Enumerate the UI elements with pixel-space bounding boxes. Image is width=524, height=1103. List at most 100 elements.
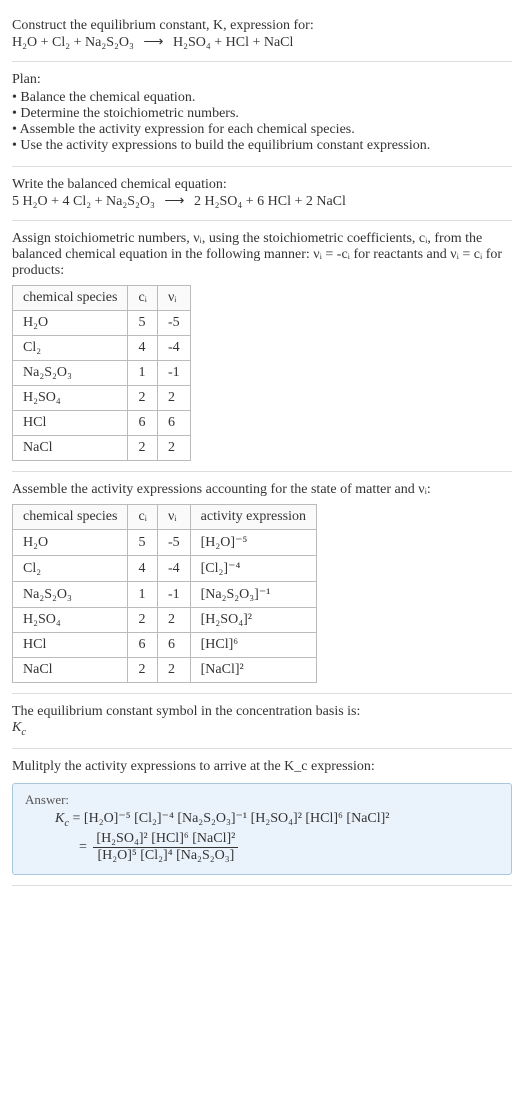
cell: 2: [157, 608, 190, 633]
col-species: chemical species: [13, 286, 128, 311]
answer-label: Answer:: [25, 792, 499, 808]
table-row: H₂O5-5: [13, 311, 191, 336]
table-row: Na₂S₂O₃1-1: [13, 361, 191, 386]
eq-rhs: 2 H₂SO₄ + 6 HCl + 2 NaCl: [194, 194, 346, 209]
cell: 2: [157, 658, 190, 683]
arrow-icon: ⟶: [158, 194, 190, 209]
cell: 2: [157, 436, 190, 461]
cell: 2: [128, 386, 158, 411]
cell: Cl₂: [13, 556, 128, 582]
table-row: Cl₂4-4: [13, 336, 191, 361]
cell: Na₂S₂O₃: [13, 582, 128, 608]
answer-intro-text: Mulitply the activity expressions to arr…: [12, 759, 375, 774]
cell: 5: [128, 530, 158, 556]
table-row: Na₂S₂O₃1-1[Na₂S₂O₃]⁻¹: [13, 582, 317, 608]
section-answer: Mulitply the activity expressions to arr…: [12, 749, 512, 886]
eq-lhs: H₂O + Cl₂ + Na₂S₂O₃: [12, 35, 134, 50]
cell: 6: [128, 411, 158, 436]
table-row: HCl66: [13, 411, 191, 436]
col-vi: νᵢ: [157, 505, 190, 530]
answer-box: Answer: Kc = [H₂O]⁻⁵ [Cl₂]⁻⁴ [Na₂S₂O₃]⁻¹…: [12, 783, 512, 875]
section-stoich: Assign stoichiometric numbers, νᵢ, using…: [12, 221, 512, 472]
symbol-intro: The equilibrium constant symbol in the c…: [12, 704, 512, 720]
table-row: Cl₂4-4[Cl₂]⁻⁴: [13, 556, 317, 582]
cell: Cl₂: [13, 336, 128, 361]
table-row: NaCl22: [13, 436, 191, 461]
cell: H₂SO₄: [13, 608, 128, 633]
cell: 4: [128, 556, 158, 582]
section-activity: Assemble the activity expressions accoun…: [12, 472, 512, 694]
kc-expression-flat: Kc = [H₂O]⁻⁵ [Cl₂]⁻⁴ [Na₂S₂O₃]⁻¹ [H₂SO₄]…: [25, 810, 499, 829]
cell: HCl: [13, 411, 128, 436]
table-header-row: chemical species cᵢ νᵢ: [13, 286, 191, 311]
stoich-table: chemical species cᵢ νᵢ H₂O5-5 Cl₂4-4 Na₂…: [12, 285, 191, 461]
cell: [Na₂S₂O₃]⁻¹: [190, 582, 316, 608]
table-row: H₂SO₄22: [13, 386, 191, 411]
section-symbol: The equilibrium constant symbol in the c…: [12, 694, 512, 749]
cell: 1: [128, 582, 158, 608]
balanced-title: Write the balanced chemical equation:: [12, 177, 512, 193]
cell: 4: [128, 336, 158, 361]
cell: [H₂SO₄]²: [190, 608, 316, 633]
cell: [NaCl]²: [190, 658, 316, 683]
unbalanced-equation: H₂O + Cl₂ + Na₂S₂O₃ ⟶ H₂SO₄ + HCl + NaCl: [12, 34, 512, 51]
fraction-numerator: [H₂SO₄]² [HCl]⁶ [NaCl]²: [93, 831, 238, 848]
cell: -5: [157, 530, 190, 556]
table-row: NaCl22[NaCl]²: [13, 658, 317, 683]
fraction: [H₂SO₄]² [HCl]⁶ [NaCl]² [H₂O]⁵ [Cl₂]⁴ [N…: [93, 831, 238, 864]
cell: H₂O: [13, 530, 128, 556]
table-row: H₂O5-5[H₂O]⁻⁵: [13, 530, 317, 556]
cell: -1: [157, 582, 190, 608]
col-vi: νᵢ: [157, 286, 190, 311]
col-ci: cᵢ: [128, 505, 158, 530]
section-prompt: Construct the equilibrium constant, K, e…: [12, 8, 512, 62]
kc-flat: [H₂O]⁻⁵ [Cl₂]⁻⁴ [Na₂S₂O₃]⁻¹ [H₂SO₄]² [HC…: [84, 811, 390, 826]
cell: 6: [128, 633, 158, 658]
cell: [H₂O]⁻⁵: [190, 530, 316, 556]
plan-list: Balance the chemical equation. Determine…: [12, 90, 512, 154]
answer-intro: Mulitply the activity expressions to arr…: [12, 759, 512, 775]
eq-rhs: H₂SO₄ + HCl + NaCl: [173, 35, 293, 50]
table-row: H₂SO₄22[H₂SO₄]²: [13, 608, 317, 633]
fraction-denominator: [H₂O]⁵ [Cl₂]⁴ [Na₂S₂O₃]: [93, 848, 238, 864]
cell: H₂SO₄: [13, 386, 128, 411]
cell: H₂O: [13, 311, 128, 336]
cell: 5: [128, 311, 158, 336]
cell: 6: [157, 633, 190, 658]
activity-table: chemical species cᵢ νᵢ activity expressi…: [12, 504, 317, 683]
cell: -5: [157, 311, 190, 336]
col-ci: cᵢ: [128, 286, 158, 311]
cell: [Cl₂]⁻⁴: [190, 556, 316, 582]
cell: NaCl: [13, 658, 128, 683]
cell: 2: [128, 658, 158, 683]
cell: NaCl: [13, 436, 128, 461]
cell: HCl: [13, 633, 128, 658]
cell: 2: [128, 608, 158, 633]
prompt-line: Construct the equilibrium constant, K, e…: [12, 18, 512, 34]
eq-lhs: 5 H₂O + 4 Cl₂ + Na₂S₂O₃: [12, 194, 155, 209]
section-plan: Plan: Balance the chemical equation. Det…: [12, 62, 512, 167]
cell: 1: [128, 361, 158, 386]
arrow-icon: ⟶: [137, 35, 169, 50]
kc-expression-fraction: = [H₂SO₄]² [HCl]⁶ [NaCl]² [H₂O]⁵ [Cl₂]⁴ …: [25, 831, 499, 864]
cell: -4: [157, 336, 190, 361]
prompt-text: Construct the equilibrium constant, K, e…: [12, 18, 314, 33]
stoich-intro: Assign stoichiometric numbers, νᵢ, using…: [12, 231, 512, 279]
table-header-row: chemical species cᵢ νᵢ activity expressi…: [13, 505, 317, 530]
cell: [HCl]⁶: [190, 633, 316, 658]
plan-item: Assemble the activity expression for eac…: [12, 122, 512, 138]
cell: -1: [157, 361, 190, 386]
section-balanced: Write the balanced chemical equation: 5 …: [12, 167, 512, 221]
table-row: HCl66[HCl]⁶: [13, 633, 317, 658]
kc-symbol: Kc: [12, 720, 512, 738]
cell: -4: [157, 556, 190, 582]
cell: 6: [157, 411, 190, 436]
plan-title: Plan:: [12, 72, 512, 88]
plan-item: Balance the chemical equation.: [12, 90, 512, 106]
plan-item: Use the activity expressions to build th…: [12, 138, 512, 154]
cell: 2: [157, 386, 190, 411]
cell: 2: [128, 436, 158, 461]
balanced-equation: 5 H₂O + 4 Cl₂ + Na₂S₂O₃ ⟶ 2 H₂SO₄ + 6 HC…: [12, 193, 512, 210]
col-species: chemical species: [13, 505, 128, 530]
cell: Na₂S₂O₃: [13, 361, 128, 386]
